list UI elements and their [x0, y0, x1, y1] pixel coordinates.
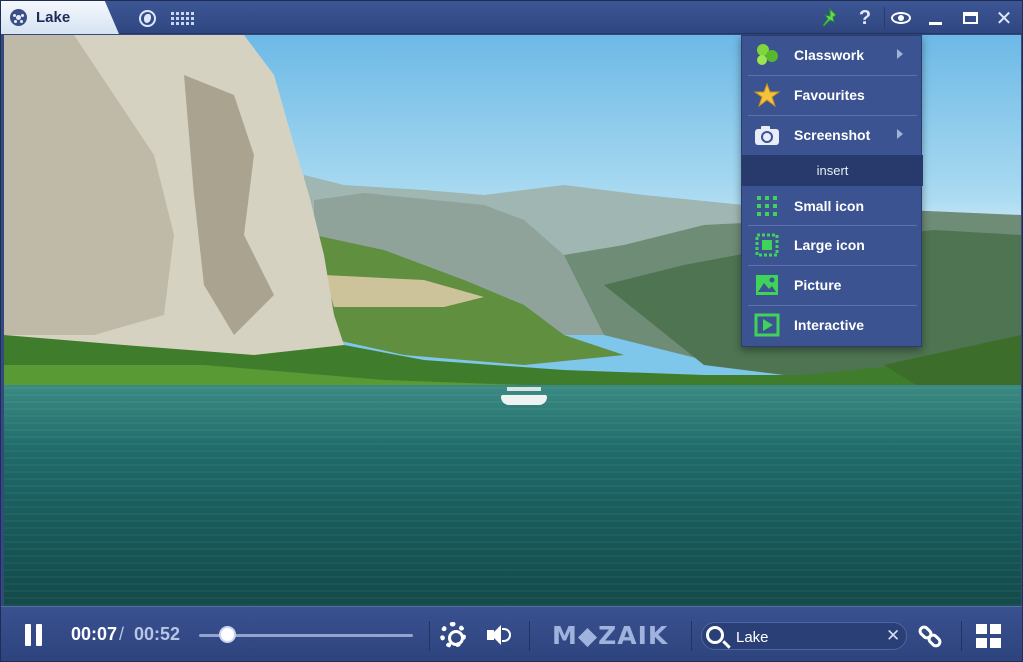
menu-item-favourites[interactable]: Favourites: [742, 76, 923, 114]
interactive-play-icon: [754, 313, 780, 337]
menu-item-picture[interactable]: Picture: [742, 266, 923, 304]
media-tab[interactable]: Lake: [1, 1, 119, 34]
time-separator: /: [119, 624, 125, 644]
gear-icon[interactable]: [440, 622, 466, 648]
submenu-arrow-icon: [897, 129, 903, 139]
menu-item-screenshot[interactable]: Screenshot: [742, 116, 923, 154]
menu-item-classwork[interactable]: Classwork: [742, 36, 923, 74]
star-icon: [754, 83, 780, 107]
camera-icon: [755, 126, 779, 145]
total-time: 00:52: [134, 624, 181, 644]
player-window: Lake ? ✕ Classwork Favourites Screenshot…: [0, 0, 1023, 662]
search-box[interactable]: ✕: [701, 622, 907, 650]
menu-section-header: insert: [742, 155, 923, 186]
search-input[interactable]: [736, 627, 874, 647]
menu-label: Classwork: [794, 47, 865, 63]
menu-label: Favourites: [794, 87, 865, 103]
divider: [961, 621, 962, 651]
menu-item-large-icon[interactable]: Large icon: [742, 226, 923, 264]
player-controls: 00:07 / 00:52 M◆ZAIK ✕: [1, 606, 1022, 661]
pin-icon[interactable]: [819, 7, 841, 29]
clear-search-icon[interactable]: ✕: [886, 626, 900, 646]
menu-label: Large icon: [794, 237, 865, 253]
menu-label: Interactive: [794, 317, 865, 333]
section-header-label: insert: [816, 163, 849, 178]
volume-icon[interactable]: [487, 623, 513, 647]
boat: [501, 387, 547, 405]
lake-water: [4, 385, 1021, 606]
seek-handle[interactable]: [219, 626, 237, 643]
divider: [429, 621, 430, 651]
globe-icon[interactable]: [136, 7, 158, 29]
menu-label: Screenshot: [794, 127, 871, 143]
large-icon-frame-icon: [755, 233, 779, 257]
small-icon-grid-icon: [757, 196, 777, 216]
menu-label: Small icon: [794, 198, 865, 214]
tab-title: Lake: [36, 9, 71, 26]
film-reel-icon: [10, 9, 27, 26]
minimize-button[interactable]: [924, 7, 946, 29]
menu-label: Picture: [794, 277, 842, 293]
divider: [884, 7, 885, 29]
divider: [691, 621, 692, 651]
pause-button[interactable]: [23, 624, 45, 646]
submenu-arrow-icon: [897, 49, 903, 59]
context-menu: Classwork Favourites Screenshot insert S…: [741, 35, 923, 347]
link-icon[interactable]: [916, 623, 945, 650]
close-button[interactable]: ✕: [993, 7, 1015, 30]
brand-logo: M◆ZAIK: [552, 621, 669, 650]
help-icon[interactable]: ?: [854, 7, 876, 29]
current-time: 00:07: [71, 624, 118, 644]
dot-grid-icon[interactable]: [169, 7, 195, 29]
title-bar: Lake ? ✕: [1, 1, 1022, 34]
eye-icon[interactable]: [890, 7, 912, 29]
picture-icon: [756, 275, 778, 295]
divider: [529, 621, 530, 651]
search-icon: [706, 626, 724, 644]
classwork-icon: [757, 44, 778, 65]
maximize-button[interactable]: [959, 7, 981, 29]
grid-view-icon[interactable]: [976, 624, 1002, 648]
menu-item-interactive[interactable]: Interactive: [742, 306, 923, 344]
menu-item-small-icon[interactable]: Small icon: [742, 187, 923, 225]
